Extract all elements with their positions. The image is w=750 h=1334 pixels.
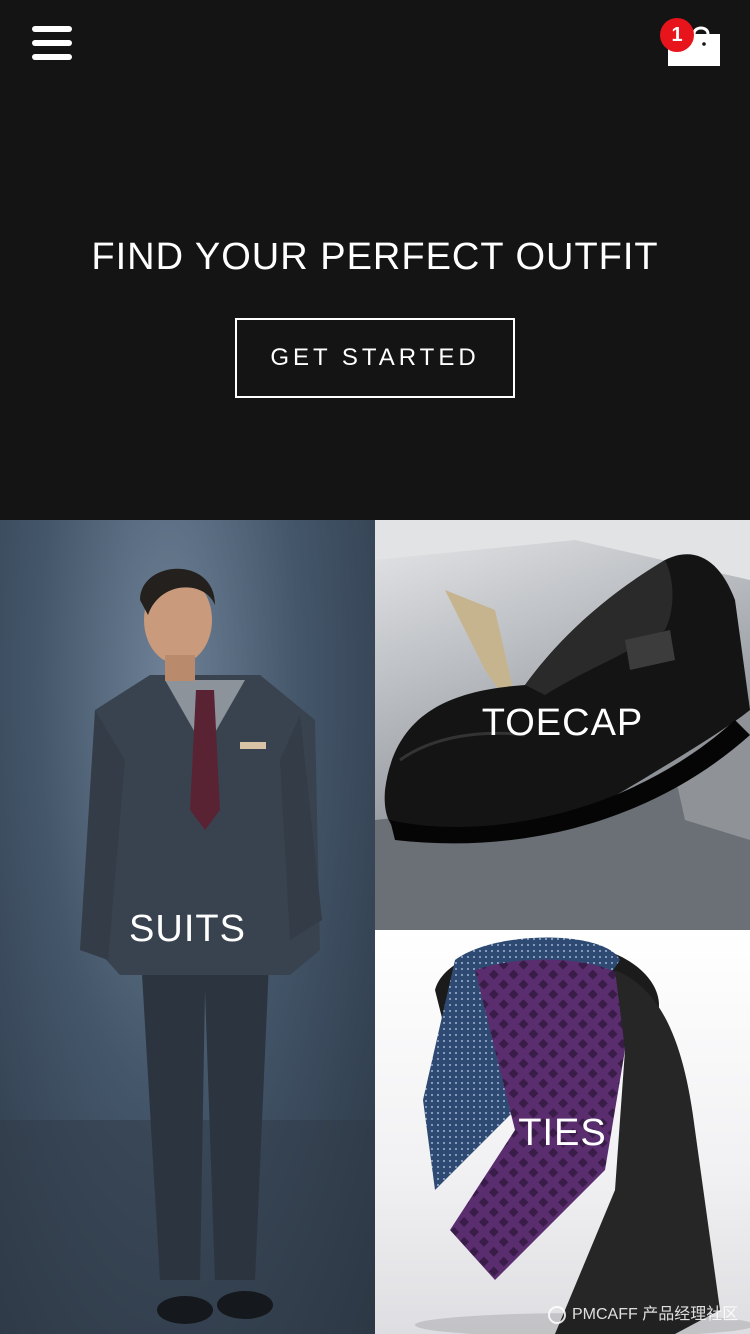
page-headline: FIND YOUR PERFECT OUTFIT xyxy=(91,236,659,278)
get-started-button[interactable]: GET STARTED xyxy=(235,318,515,398)
cart-button[interactable]: 1 xyxy=(660,18,720,66)
category-label-toecap: TOECAP xyxy=(481,702,644,744)
watermark: PMCAFF 产品经理社区 xyxy=(548,1300,738,1324)
category-label-suits: SUITS xyxy=(129,908,246,950)
category-tile-ties[interactable]: TIES xyxy=(375,930,750,1334)
menu-button[interactable] xyxy=(32,26,72,62)
category-tile-suits[interactable]: SUITS xyxy=(0,520,375,1334)
cart-count-badge: 1 xyxy=(660,18,694,52)
category-label-ties: TIES xyxy=(518,1112,607,1154)
watermark-logo-icon xyxy=(548,1305,566,1324)
hamburger-icon xyxy=(32,26,72,32)
watermark-text: PMCAFF 产品经理社区 xyxy=(572,1306,739,1323)
hero-header: 1 FIND YOUR PERFECT OUTFIT GET STARTED xyxy=(0,0,750,520)
category-tile-toecap[interactable]: TOECAP xyxy=(375,520,750,930)
